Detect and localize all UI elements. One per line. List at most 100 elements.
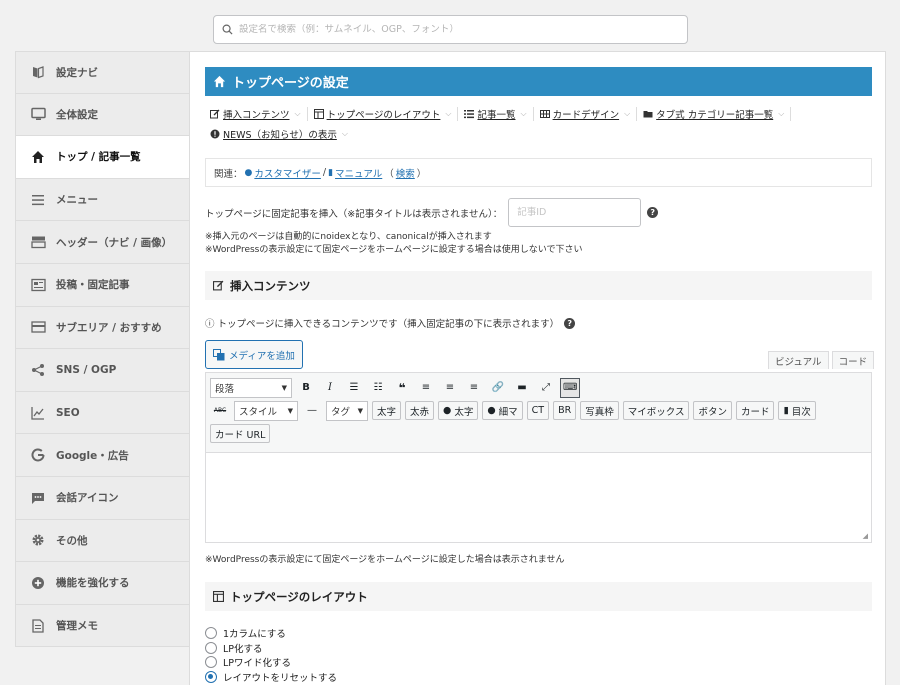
fullscreen-icon[interactable]: ⤢: [536, 378, 556, 398]
sidebar-item-label: 管理メモ: [56, 620, 98, 633]
bullet-list-icon[interactable]: ☰: [344, 378, 364, 398]
quicktag-user-bold[interactable]: ● 太字: [438, 401, 479, 420]
radio-button[interactable]: [205, 641, 217, 654]
quicktag-bold[interactable]: 太字: [372, 401, 402, 420]
quicktag-br[interactable]: BR: [553, 401, 577, 420]
horizontal-rule-icon[interactable]: —: [302, 401, 322, 421]
format-select[interactable]: 段落 ▼: [210, 377, 292, 398]
book-icon: ▮: [328, 167, 334, 178]
radio-button[interactable]: [205, 656, 217, 669]
quicktag-mybox[interactable]: マイボックス: [622, 401, 690, 420]
tab-top-layout[interactable]: トップページのレイアウト ⌵: [313, 107, 459, 121]
sidebar-item-sns[interactable]: SNS / OGP: [15, 349, 190, 392]
manual-link[interactable]: マニュアル: [335, 166, 382, 180]
sidebar-item-features[interactable]: 機能を強化する: [15, 562, 190, 605]
bold-icon[interactable]: B: [296, 378, 316, 398]
tab-category-tabs[interactable]: タブ式 カテゴリー記事一覧 ⌵: [643, 107, 792, 121]
sidebar-item-label: 全体設定: [56, 108, 98, 121]
sidebar-item-top[interactable]: トップ / 記事一覧: [15, 136, 190, 179]
tab-visual[interactable]: ビジュアル: [768, 351, 829, 369]
home-icon: [30, 149, 46, 165]
style-select[interactable]: スタイル ▼: [234, 400, 298, 421]
sidebar-item-header[interactable]: ヘッダー（ナビ / 画像）: [15, 221, 190, 264]
layout-option[interactable]: 1カラムにする: [205, 626, 337, 641]
grid-icon: [539, 110, 550, 118]
tab-insert-content[interactable]: 挿入コンテンツ ⌵: [210, 107, 308, 121]
align-left-icon[interactable]: ≡: [416, 378, 436, 398]
more-tag-icon[interactable]: ▬: [512, 378, 532, 398]
sidebar-item-memo[interactable]: 管理メモ: [15, 604, 190, 648]
customizer-link[interactable]: カスタマイザー: [254, 166, 321, 180]
search-link[interactable]: 検索: [396, 166, 415, 180]
sidebar-item-post[interactable]: 投稿・固定記事: [15, 263, 190, 307]
keyboard-icon[interactable]: ⌨: [560, 377, 581, 398]
post-id-input[interactable]: [508, 198, 642, 227]
chevron-down-icon: ⌵: [294, 109, 301, 118]
quicktag-toc[interactable]: ▮ 目次: [778, 401, 816, 420]
settings-search[interactable]: [213, 15, 688, 44]
editor-body[interactable]: [206, 453, 871, 529]
italic-icon[interactable]: I: [320, 378, 340, 398]
tab-code[interactable]: コード: [831, 351, 875, 369]
sidebar: 設定ナビ 全体設定 トップ / 記事一覧 メニュー ヘッダー（ナビ / 画像） …: [15, 51, 190, 648]
quicktag-label: 細マ: [498, 406, 518, 418]
quicktag-card-url[interactable]: カード URL: [210, 424, 271, 443]
add-media-button[interactable]: メディアを追加: [205, 340, 303, 369]
related-separator: /: [322, 167, 327, 178]
quicktag-card[interactable]: カード: [735, 401, 775, 420]
quicktag-user-marker[interactable]: ● 細マ: [482, 401, 523, 420]
settings-panel: トップページの設定 挿入コンテンツ ⌵ トップページのレイアウト ⌵ 記事一覧 ⌵ カ…: [189, 51, 886, 685]
numbered-list-icon[interactable]: ☷: [368, 378, 388, 398]
page-title: トップページの設定: [232, 76, 349, 91]
monitor-icon: [30, 106, 46, 122]
tab-label: タブ式 カテゴリー記事一覧: [656, 110, 774, 121]
radio-button[interactable]: [205, 670, 217, 683]
search-paren-close: ）: [416, 168, 427, 180]
tag-select[interactable]: タグ ▼: [326, 400, 368, 421]
tab-article-list[interactable]: 記事一覧 ⌵: [464, 107, 534, 121]
tab-label: カードデザイン: [552, 110, 620, 121]
chevron-down-icon: ⌵: [341, 129, 348, 138]
sidebar-item-google[interactable]: Google・広告: [15, 434, 190, 477]
quicktag-photo-frame[interactable]: 写真枠: [580, 401, 619, 420]
sidebar-item-chat[interactable]: 会話アイコン: [15, 476, 190, 520]
tab-news[interactable]: NEWS（お知らせ）の表示 ⌵: [210, 127, 354, 141]
resize-handle-icon[interactable]: ◢: [863, 532, 868, 540]
layout-option[interactable]: レイアウトをリセットする: [205, 670, 337, 685]
edit-icon: [210, 109, 220, 119]
search-paren-open: （: [384, 168, 394, 180]
palette-icon: ●: [244, 167, 253, 178]
card-icon: [30, 319, 46, 335]
fixed-post-label: トップページに固定記事を挿入（※記事タイトルは表示されません）：: [205, 208, 503, 220]
layout-option[interactable]: LPワイド化する: [205, 655, 337, 670]
insert-info: ⓘ トップページに挿入できるコンテンツです（挿入固定記事の下に表示されます） ?: [205, 316, 576, 330]
layout-section-header: トップページのレイアウト: [205, 582, 872, 611]
help-icon[interactable]: ?: [564, 317, 576, 329]
sidebar-item-nav[interactable]: 設定ナビ: [15, 51, 190, 94]
user-circle-icon: ●: [443, 405, 452, 416]
layout-options: 1カラムにする LP化する LPワイド化する レイアウトをリセットする: [205, 626, 337, 684]
toolbar-row-3: カード URL: [210, 422, 867, 445]
layout-option[interactable]: LP化する: [205, 641, 337, 656]
sidebar-item-label: メニュー: [56, 194, 98, 207]
section-nav: 挿入コンテンツ ⌵ トップページのレイアウト ⌵ 記事一覧 ⌵ カードデザイン ⌵ タブ…: [210, 107, 850, 141]
sidebar-item-label: サブエリア / おすすめ: [56, 321, 162, 334]
align-center-icon[interactable]: ≡: [440, 378, 460, 398]
quicktag-button[interactable]: ボタン: [693, 401, 732, 420]
help-icon[interactable]: ?: [647, 207, 659, 218]
search-input[interactable]: [239, 24, 687, 35]
sidebar-item-subarea[interactable]: サブエリア / おすすめ: [15, 306, 190, 350]
sidebar-item-menu[interactable]: メニュー: [15, 178, 190, 222]
strikethrough-icon[interactable]: ABC: [210, 401, 230, 421]
sidebar-item-other[interactable]: その他: [15, 519, 190, 563]
tab-card-design[interactable]: カードデザイン ⌵: [539, 107, 638, 121]
home-icon: [213, 75, 226, 88]
quicktag-ct[interactable]: CT: [526, 401, 550, 420]
sidebar-item-general[interactable]: 全体設定: [15, 93, 190, 137]
align-right-icon[interactable]: ≡: [464, 378, 484, 398]
blockquote-icon[interactable]: ❝: [392, 378, 412, 398]
quicktag-bold-red[interactable]: 太赤: [405, 401, 435, 420]
link-icon[interactable]: 🔗: [488, 378, 508, 398]
sidebar-item-seo[interactable]: SEO: [15, 391, 190, 435]
radio-button[interactable]: [205, 627, 217, 640]
